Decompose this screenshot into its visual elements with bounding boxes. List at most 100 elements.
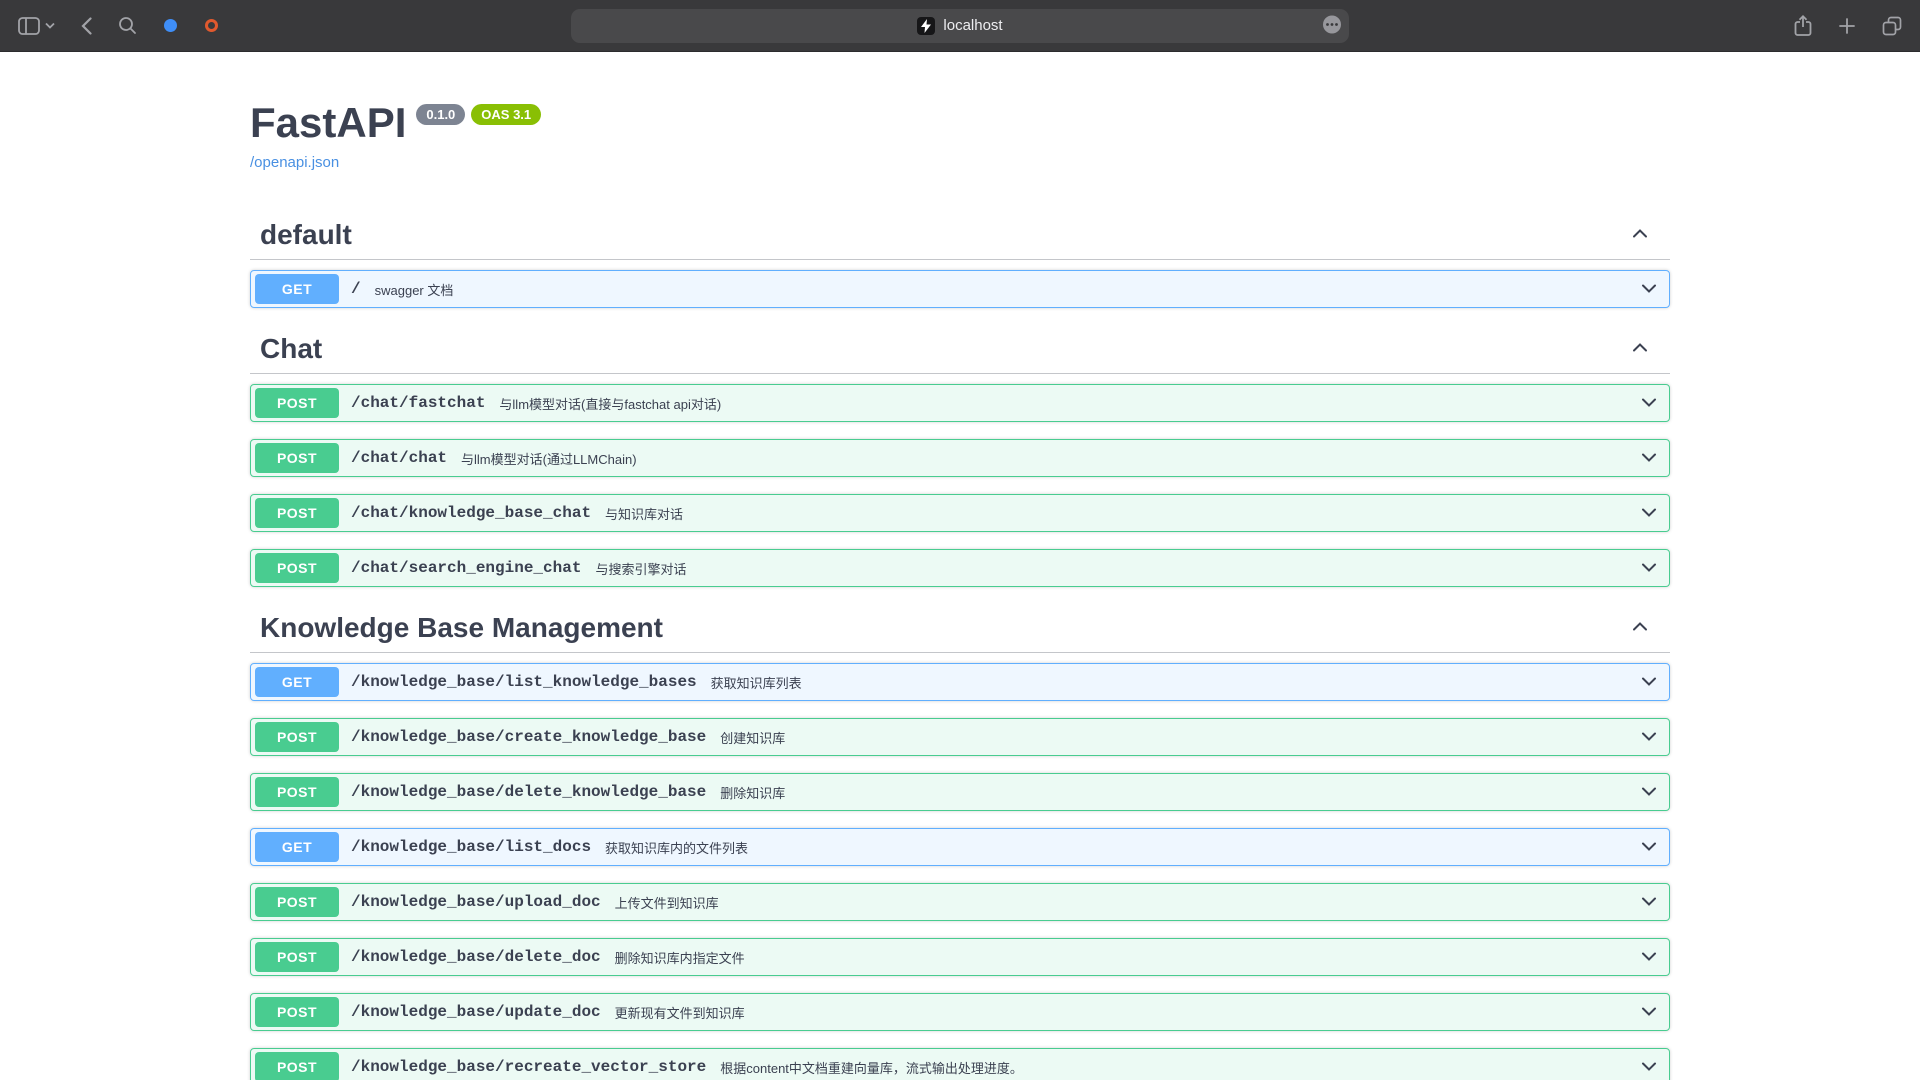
section-title: Chat xyxy=(260,333,322,365)
toolbar-right-group xyxy=(1794,15,1902,37)
section-header[interactable]: Chat xyxy=(250,325,1670,374)
operation-path: /chat/chat xyxy=(351,449,447,467)
method-badge: GET xyxy=(255,832,339,862)
section-header[interactable]: Knowledge Base Management xyxy=(250,604,1670,653)
operation-description: 与llm模型对话(直接与fastchat api对话) xyxy=(499,394,721,413)
chevron-down-icon xyxy=(1639,447,1659,470)
operation-description: 根据content中文档重建向量库，流式输出处理进度。 xyxy=(720,1058,1023,1077)
api-info: FastAPI 0.1.0 OAS 3.1 /openapi.json xyxy=(250,52,1670,211)
method-badge: POST xyxy=(255,887,339,917)
tab-overview-icon xyxy=(1882,16,1902,36)
expand-operation-button[interactable] xyxy=(1639,1001,1659,1024)
chevron-up-icon xyxy=(1630,617,1650,640)
expand-operation-button[interactable] xyxy=(1639,781,1659,804)
ellipsis-circle-icon xyxy=(1322,14,1342,37)
operation-description: 创建知识库 xyxy=(720,728,785,747)
collapse-section-button[interactable] xyxy=(1630,224,1650,247)
chevron-down-icon xyxy=(1639,1056,1659,1079)
page-settings-button[interactable] xyxy=(1322,14,1342,37)
search-button[interactable] xyxy=(118,16,137,35)
method-badge: POST xyxy=(255,722,339,752)
share-button[interactable] xyxy=(1794,15,1812,37)
operation-row[interactable]: POST /chat/search_engine_chat 与搜索引擎对话 xyxy=(250,549,1670,587)
operation-description: 获取知识库列表 xyxy=(711,673,802,692)
operation-description: 删除知识库内指定文件 xyxy=(615,948,745,967)
pinned-tab-blue-button[interactable] xyxy=(163,18,178,33)
search-icon xyxy=(118,16,137,35)
chevron-down-icon xyxy=(1639,726,1659,749)
chevron-down-icon xyxy=(1639,392,1659,415)
chevron-up-icon xyxy=(1630,224,1650,247)
method-badge: POST xyxy=(255,777,339,807)
method-badge: GET xyxy=(255,274,339,304)
operation-row[interactable]: POST /knowledge_base/recreate_vector_sto… xyxy=(250,1048,1670,1080)
toolbar-left-group xyxy=(18,16,219,35)
address-bar[interactable]: localhost xyxy=(571,9,1349,43)
operation-row[interactable]: POST /knowledge_base/delete_knowledge_ba… xyxy=(250,773,1670,811)
expand-operation-button[interactable] xyxy=(1639,392,1659,415)
method-badge: GET xyxy=(255,667,339,697)
tab-overview-button[interactable] xyxy=(1882,16,1902,36)
method-badge: POST xyxy=(255,388,339,418)
operation-path: / xyxy=(351,280,361,298)
back-button[interactable] xyxy=(81,17,92,35)
expand-operation-button[interactable] xyxy=(1639,836,1659,859)
expand-operation-button[interactable] xyxy=(1639,447,1659,470)
operation-row[interactable]: GET /knowledge_base/list_knowledge_bases… xyxy=(250,663,1670,701)
operation-path: /knowledge_base/delete_doc xyxy=(351,948,601,966)
expand-operation-button[interactable] xyxy=(1639,726,1659,749)
collapse-section-button[interactable] xyxy=(1630,338,1650,361)
expand-operation-button[interactable] xyxy=(1639,1056,1659,1079)
operation-path: /knowledge_base/list_knowledge_bases xyxy=(351,673,697,691)
operation-path: /knowledge_base/upload_doc xyxy=(351,893,601,911)
operation-description: 与llm模型对话(通过LLMChain) xyxy=(461,449,637,468)
site-favicon-bolt-icon xyxy=(917,17,935,35)
expand-operation-button[interactable] xyxy=(1639,557,1659,580)
api-section: Chat POST /chat/fastchat 与llm模型对话(直接与fas… xyxy=(250,325,1670,587)
method-badge: POST xyxy=(255,498,339,528)
sidebar-icon xyxy=(18,17,40,35)
expand-operation-button[interactable] xyxy=(1639,671,1659,694)
operation-row[interactable]: POST /knowledge_base/upload_doc 上传文件到知识库 xyxy=(250,883,1670,921)
api-section: default GET / swagger 文档 xyxy=(250,211,1670,308)
oas-badge[interactable]: OAS 3.1 xyxy=(471,104,541,125)
api-section: Knowledge Base Management GET /knowledge… xyxy=(250,604,1670,1080)
section-operations: POST /chat/fastchat 与llm模型对话(直接与fastchat… xyxy=(250,384,1670,587)
sidebar-toggle-button[interactable] xyxy=(18,17,55,35)
operation-row[interactable]: POST /knowledge_base/create_knowledge_ba… xyxy=(250,718,1670,756)
chevron-down-icon xyxy=(1639,891,1659,914)
operation-row[interactable]: POST /knowledge_base/update_doc 更新现有文件到知… xyxy=(250,993,1670,1031)
operation-path: /chat/knowledge_base_chat xyxy=(351,504,591,522)
section-operations: GET / swagger 文档 xyxy=(250,270,1670,308)
operation-description: 获取知识库内的文件列表 xyxy=(605,838,748,857)
pinned-tab-orange-button[interactable] xyxy=(204,18,219,33)
operation-row[interactable]: POST /chat/knowledge_base_chat 与知识库对话 xyxy=(250,494,1670,532)
chevron-down-icon xyxy=(1639,671,1659,694)
operation-row[interactable]: GET / swagger 文档 xyxy=(250,270,1670,308)
operation-row[interactable]: GET /knowledge_base/list_docs 获取知识库内的文件列… xyxy=(250,828,1670,866)
method-badge: POST xyxy=(255,553,339,583)
operation-row[interactable]: POST /chat/fastchat 与llm模型对话(直接与fastchat… xyxy=(250,384,1670,422)
expand-operation-button[interactable] xyxy=(1639,278,1659,301)
openapi-spec-link[interactable]: /openapi.json xyxy=(250,153,339,173)
chevron-down-icon xyxy=(1639,278,1659,301)
section-header[interactable]: default xyxy=(250,211,1670,260)
operation-row[interactable]: POST /chat/chat 与llm模型对话(通过LLMChain) xyxy=(250,439,1670,477)
page-content: FastAPI 0.1.0 OAS 3.1 /openapi.json defa… xyxy=(0,52,1920,1080)
expand-operation-button[interactable] xyxy=(1639,502,1659,525)
api-sections: default GET / swagger 文档 Chat xyxy=(250,211,1670,1080)
operation-path: /knowledge_base/create_knowledge_base xyxy=(351,728,706,746)
collapse-section-button[interactable] xyxy=(1630,617,1650,640)
expand-operation-button[interactable] xyxy=(1639,891,1659,914)
operation-description: swagger 文档 xyxy=(375,280,454,299)
new-tab-button[interactable] xyxy=(1838,17,1856,35)
chevron-down-icon xyxy=(1639,557,1659,580)
chevron-down-icon xyxy=(1639,946,1659,969)
operation-path: /chat/fastchat xyxy=(351,394,485,412)
operation-description: 与知识库对话 xyxy=(605,504,683,523)
pinned-tab-orange-icon xyxy=(204,18,219,33)
expand-operation-button[interactable] xyxy=(1639,946,1659,969)
method-badge: POST xyxy=(255,443,339,473)
operation-row[interactable]: POST /knowledge_base/delete_doc 删除知识库内指定… xyxy=(250,938,1670,976)
section-operations: GET /knowledge_base/list_knowledge_bases… xyxy=(250,663,1670,1080)
